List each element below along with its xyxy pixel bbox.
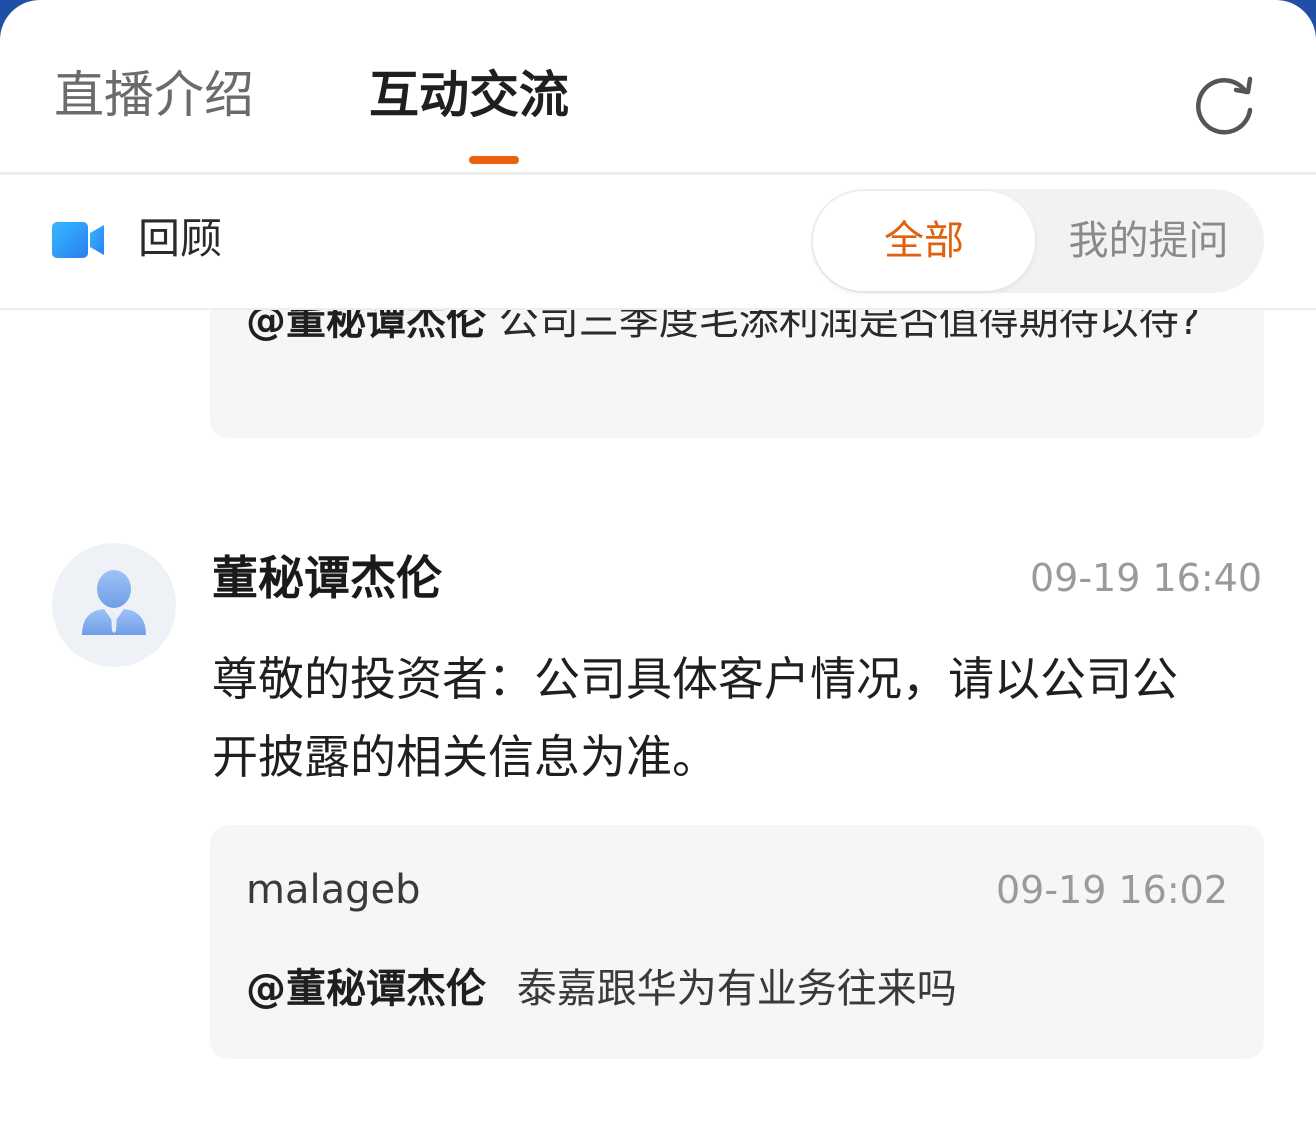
- quoted-question-card: malageb 09-19 16:02 @董秘谭杰伦 泰嘉跟华为有业务往来吗: [210, 825, 1264, 1059]
- filter-all-button[interactable]: 全部: [813, 191, 1035, 291]
- refresh-icon[interactable]: [1192, 70, 1258, 136]
- quoted-question-card: @董秘谭杰伦 公司三季度毛添利润是否值得期待以待?: [210, 310, 1264, 438]
- question-mention: @董秘谭杰伦: [246, 966, 486, 1012]
- question-mention: @董秘谭杰伦: [246, 310, 486, 344]
- question-username: malageb: [246, 867, 421, 913]
- tab-bar: 直播介绍 互动交流: [0, 0, 1316, 172]
- filter-my-questions-button[interactable]: 我的提问: [1035, 191, 1262, 291]
- reply-text: 尊敬的投资者：公司具体客户情况，请以公司公开披露的相关信息为准。: [212, 652, 1178, 784]
- review-label[interactable]: 回顾: [138, 211, 222, 267]
- quoted-question-text: @董秘谭杰伦 公司三季度毛添利润是否值得期待以待?: [246, 310, 1236, 352]
- tab-interaction[interactable]: 互动交流: [369, 62, 569, 128]
- active-tab-indicator: [469, 156, 519, 164]
- filter-row: 回顾 全部 我的提问: [0, 175, 1316, 308]
- question-timestamp: 09-19 16:02: [995, 868, 1228, 912]
- reply-timestamp: 09-19 16:40: [1029, 556, 1262, 600]
- question-text: @董秘谭杰伦 泰嘉跟华为有业务往来吗: [246, 961, 957, 1017]
- video-camera-icon: [52, 222, 104, 258]
- filter-segmented-control: 全部 我的提问: [811, 189, 1264, 293]
- question-body: 泰嘉跟华为有业务往来吗: [516, 966, 957, 1012]
- reply-author: 董秘谭杰伦: [212, 551, 442, 605]
- tab-live-intro[interactable]: 直播介绍: [54, 62, 254, 128]
- user-avatar-icon: [82, 570, 146, 635]
- question-body: 公司三季度毛添利润是否值得期待以待?: [498, 310, 1200, 344]
- message-feed[interactable]: @董秘谭杰伦 公司三季度毛添利润是否值得期待以待? 董秘谭杰伦 09-19 16…: [0, 310, 1316, 1142]
- avatar[interactable]: [52, 543, 176, 667]
- interaction-sheet: 直播介绍 互动交流 回顾 全部 我的提问 @董秘谭杰伦 公司三季度毛添利润是否值…: [0, 0, 1316, 1142]
